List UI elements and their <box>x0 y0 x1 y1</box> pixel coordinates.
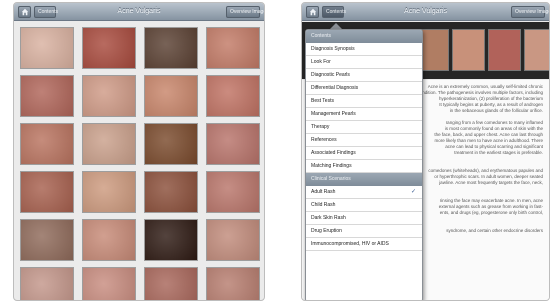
contents-button[interactable]: Contents <box>322 6 346 18</box>
contents-menu-item[interactable]: Diagnosis Synopsis <box>306 43 422 56</box>
image-thumbnail[interactable] <box>206 267 260 300</box>
page-title: Acne Vulgaris <box>404 8 447 15</box>
image-thumbnail[interactable] <box>20 123 74 165</box>
contents-menu-item[interactable]: Diagnostic Pearls <box>306 69 422 82</box>
image-thumbnail[interactable] <box>206 75 260 117</box>
contents-menu-item[interactable]: Management Pearls <box>306 108 422 121</box>
contents-menu-item[interactable]: References <box>306 134 422 147</box>
image-thumbnail[interactable] <box>82 267 136 300</box>
image-thumbnail[interactable] <box>144 75 198 117</box>
image-thumbnail[interactable] <box>20 219 74 261</box>
home-button[interactable] <box>306 6 319 18</box>
right-ipad-screen: Contents Acne Vulgaris Overview Images S… <box>301 2 550 301</box>
contents-menu-item[interactable]: Differential Diagnosis <box>306 82 422 95</box>
clinical-scenarios-header: Clinical Scenarios <box>306 173 422 186</box>
clinical-scenario-label: Drug Eruption <box>311 228 342 234</box>
article-text-line: in the sebaceous glands of the follicula… <box>449 108 543 113</box>
contents-header: Contents <box>306 30 422 43</box>
contents-popover: Contents Diagnosis Synopsis Look For Diagn… <box>305 29 423 300</box>
image-thumbnail[interactable] <box>144 267 198 300</box>
image-thumbnail[interactable] <box>82 75 136 117</box>
contents-button[interactable]: Contents <box>34 6 58 18</box>
thumbnail-grid <box>20 27 260 300</box>
article-text-line: jawline. Acne most frequently targets th… <box>439 180 543 185</box>
top-toolbar: Contents Acne Vulgaris Overview Images <box>14 3 264 21</box>
clinical-scenario-label: Dark Skin Rash <box>311 215 346 221</box>
strip-thumbnail[interactable] <box>524 29 549 71</box>
contents-menu-item[interactable]: Therapy <box>306 121 422 134</box>
image-thumbnail[interactable] <box>20 27 74 69</box>
contents-menu-item[interactable]: Best Tests <box>306 95 422 108</box>
home-button[interactable] <box>18 6 31 18</box>
image-thumbnail[interactable] <box>82 219 136 261</box>
image-thumbnail[interactable] <box>144 171 198 213</box>
image-thumbnail[interactable] <box>82 27 136 69</box>
clinical-scenario-item[interactable]: Adult Rash ✓ <box>306 186 422 199</box>
article-text-line: ents, and drugs (eg, progesterone only b… <box>439 210 543 215</box>
home-icon <box>309 8 316 16</box>
clinical-scenario-label: Adult Rash <box>311 189 336 195</box>
strip-thumbnail[interactable] <box>488 29 521 71</box>
clinical-scenario-item[interactable]: Dark Skin Rash <box>306 212 422 225</box>
contents-menu-item[interactable]: Associated Findings <box>306 147 422 160</box>
page-title: Acne Vulgaris <box>117 8 161 15</box>
overview-images-button[interactable]: Overview Images <box>226 6 264 18</box>
clinical-scenario-label: Immunocompromised, HIV or AIDS <box>311 241 389 247</box>
contents-menu-item[interactable]: Look For <box>306 56 422 69</box>
article-text-line: syndrome, and certain other endocrine di… <box>446 228 543 233</box>
article-text-line: treatment in the earliest stages is pref… <box>454 150 543 155</box>
image-thumbnail[interactable] <box>206 171 260 213</box>
clinical-scenario-item[interactable]: Child Rash <box>306 199 422 212</box>
image-thumbnail[interactable] <box>206 123 260 165</box>
contents-menu-item[interactable]: Matching Findings <box>306 160 422 173</box>
checkmark-icon: ✓ <box>410 189 416 195</box>
home-icon <box>21 8 28 16</box>
clinical-scenario-item[interactable]: Immunocompromised, HIV or AIDS <box>306 238 422 251</box>
image-thumbnail[interactable] <box>144 219 198 261</box>
image-thumbnail[interactable] <box>82 123 136 165</box>
image-thumbnail[interactable] <box>20 267 74 300</box>
top-toolbar: Contents Acne Vulgaris Overview Images <box>302 3 549 21</box>
overview-images-button[interactable]: Overview Images <box>511 6 549 18</box>
image-thumbnail[interactable] <box>144 123 198 165</box>
image-thumbnail[interactable] <box>20 171 74 213</box>
image-thumbnail[interactable] <box>82 171 136 213</box>
image-thumbnail[interactable] <box>206 219 260 261</box>
image-thumbnail[interactable] <box>144 27 198 69</box>
clinical-scenario-label: Child Rash <box>311 202 336 208</box>
image-thumbnail[interactable] <box>206 27 260 69</box>
clinical-scenario-item[interactable]: Drug Eruption <box>306 225 422 238</box>
left-ipad-screen: Contents Acne Vulgaris Overview Images <box>13 2 265 301</box>
strip-thumbnail[interactable] <box>452 29 485 71</box>
clinical-scenarios-list: Adult Rash ✓ Child Rash Dark Skin Rash Drug … <box>306 186 422 251</box>
contents-list: Diagnosis Synopsis Look For Diagnostic Pea… <box>306 43 422 173</box>
image-thumbnail[interactable] <box>20 75 74 117</box>
screenshot-page: Contents Acne Vulgaris Overview Images C… <box>0 0 551 301</box>
